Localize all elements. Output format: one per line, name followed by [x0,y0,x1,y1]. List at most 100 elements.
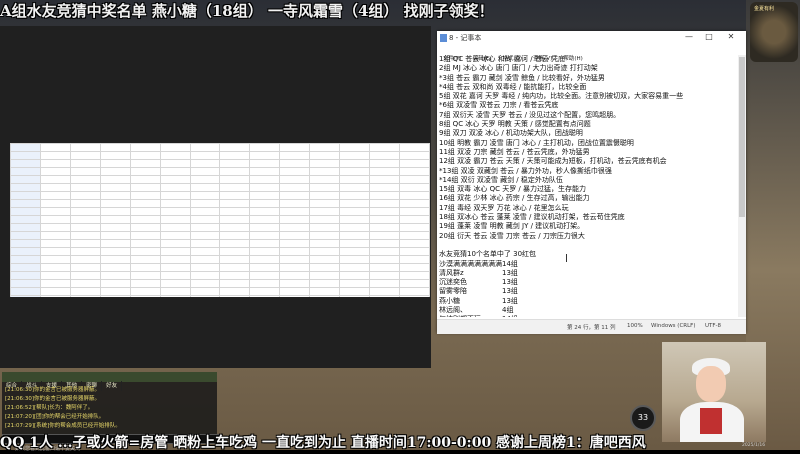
sheet-row [10,183,430,192]
notepad-line: 9组 双刀 双凌 冰心 / 机动功架大队，团战聪明 [439,129,583,138]
sheet-cell [279,199,311,208]
sheet-cell [339,151,371,160]
sheet-cell [129,183,161,192]
sheet-cell [339,207,371,216]
sheet-cell [398,247,430,256]
chat-panel: 综合 战斗 支援 其他 密聊 好友 [21:06:30]你的金言已被服务器屏蔽。 [21:… [2,372,217,440]
dark-overlay-panel [0,26,431,368]
sheet-cell [39,159,71,168]
sheet-cell [10,151,41,160]
timestamp: 2025/1/16 [742,443,766,448]
sheet-cell [339,143,371,152]
sheet-cell [10,183,41,192]
sheet-cell [10,175,41,184]
sheet-cell [189,247,221,256]
status-zoom: 100% [627,323,643,329]
sheet-cell [398,279,430,288]
sheet-cell [10,279,41,288]
maximize-button[interactable]: □ [699,32,719,41]
chat-message: [21:06:30]你的金言已被服务器屏蔽。 [5,387,100,393]
sheet-cell [159,207,191,216]
sheet-cell [39,247,71,256]
notepad-line: *14组 双衍 双凌雪 藏剑 / 稳定外功队伍 [439,175,563,184]
notepad-line: *3组 苍云 霸刀 藏剑 凌雪 鲸鱼 / 比较看好，外功猛男 [439,73,605,82]
notepad-titlebar[interactable]: 8 - 记事本 — □ ✕ [437,31,746,45]
sheet-row [10,199,430,208]
notepad-line: 18组 双冰心 苍云 蓬莱 凌雪 / 建议机动打架，苍云苟住凭底 [439,213,625,222]
sheet-row [10,167,430,176]
sheet-cell [339,183,371,192]
streamer-webcam [662,342,766,442]
sheet-cell [398,271,430,280]
sheet-cell [398,151,430,160]
sheet-cell [279,167,311,176]
sheet-cell [189,239,221,248]
sheet-cell [398,255,430,264]
sheet-cell [10,207,41,216]
sheet-cell [249,143,281,152]
sheet-cell [129,175,161,184]
sheet-cell [69,231,101,240]
sheet-cell [398,231,430,240]
sheet-cell [39,175,71,184]
sheet-row [10,247,430,256]
ranking-row: 沉迷奕色 13组 [439,278,736,287]
sheet-cell [369,255,400,264]
sheet-cell [159,295,191,297]
sheet-cell [309,255,341,264]
sheet-cell [279,183,311,192]
sheet-cell [99,287,131,296]
sheet-cell [159,279,191,288]
minimap[interactable]: 金夏有利 [750,2,798,62]
notepad-text-area[interactable]: 1组 QC 苍云 冰心 和尚 嘉诃 / 苍云 凭底 2组 MJ 冰心 冰心 唐门 … [439,55,736,317]
sheet-cell [309,263,341,272]
sheet-cell [279,295,311,297]
notepad-scrollbar[interactable] [738,55,746,317]
sheet-cell [189,231,221,240]
sheet-cell [99,207,131,216]
sheet-cell [249,175,281,184]
close-button[interactable]: ✕ [721,32,741,41]
sheet-cell [189,167,221,176]
sheet-cell [219,167,251,176]
ranking-name: 燕小糖 [439,296,460,305]
sheet-cell [249,247,281,256]
sheet-row [10,223,430,232]
scrollbar-thumb[interactable] [739,57,745,217]
top-banner: A组水友竞猜中奖名单 燕小糖（18组） 一寺风霜雪（4组） 找刚子领奖！ [0,2,494,20]
sheet-cell [99,191,131,200]
sheet-cell [398,191,430,200]
sheet-cell [249,199,281,208]
chat-tab-friends[interactable]: 好友 [102,381,123,391]
sheet-cell [249,279,281,288]
sheet-cell [189,287,221,296]
sheet-cell [339,199,371,208]
sheet-cell [39,263,71,272]
sheet-cell [69,159,101,168]
sheet-cell [39,255,71,264]
sheet-cell [10,143,41,152]
sheet-cell [159,247,191,256]
sheet-cell [129,231,161,240]
sheet-cell [10,255,41,264]
sheet-cell [159,199,191,208]
sheet-cell [398,183,430,192]
sheet-cell [39,271,71,280]
minimize-button[interactable]: — [679,32,699,41]
notepad-line: *13组 双凌 双藏剑 苍云 / 暴力外功，秒人像撕纸巾很强 [439,166,612,175]
sheet-cell [99,223,131,232]
status-position: 第 24 行，第 11 列 [567,325,616,331]
sheet-cell [279,279,311,288]
sheet-cell [249,151,281,160]
sheet-cell [219,159,251,168]
sheet-cell [39,239,71,248]
sheet-cell [10,191,41,200]
sheet-cell [309,231,341,240]
sheet-cell [39,183,71,192]
sheet-cell [398,167,430,176]
sheet-cell [69,183,101,192]
sheet-cell [159,159,191,168]
sheet-cell [159,287,191,296]
sheet-cell [279,175,311,184]
sheet-cell [339,255,371,264]
